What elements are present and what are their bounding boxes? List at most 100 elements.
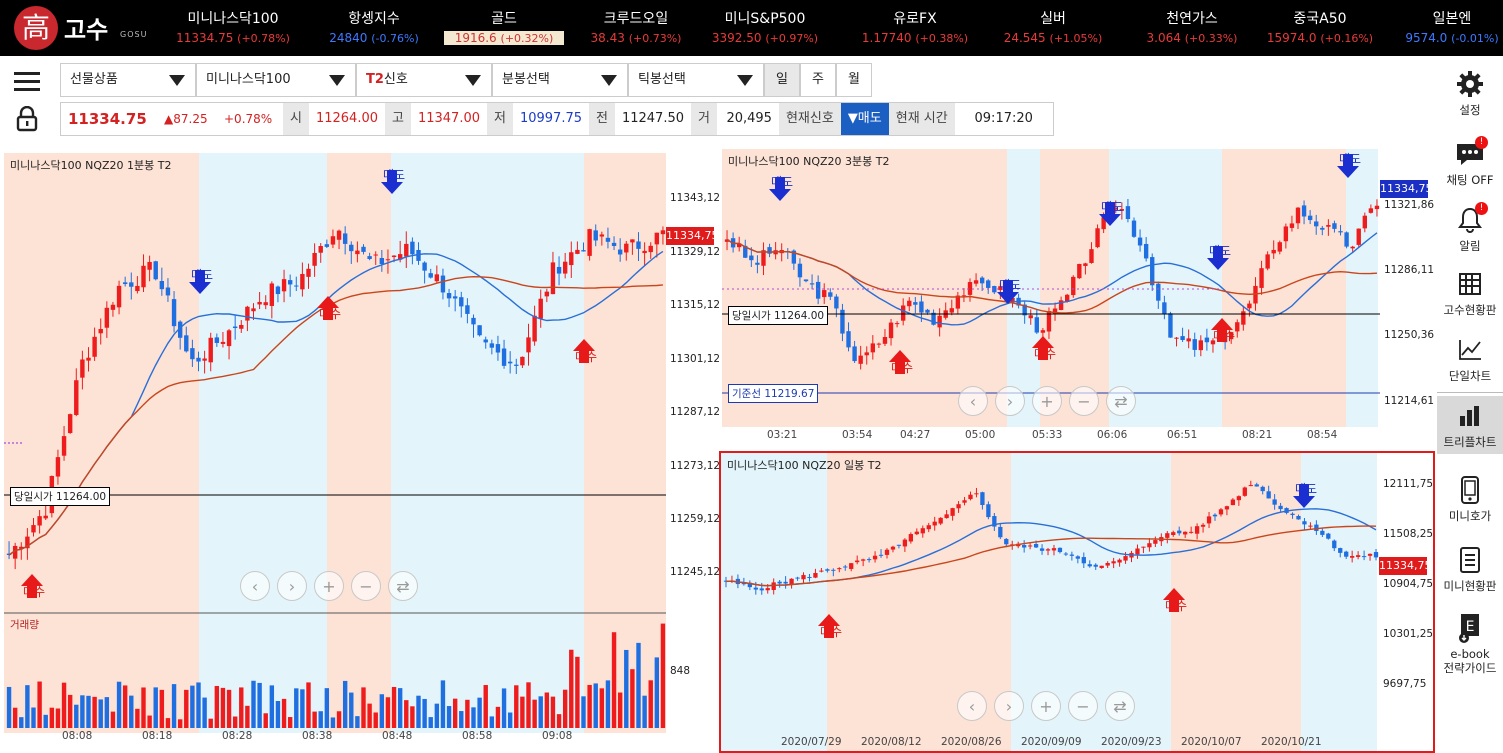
sidebar-item-8[interactable]: Ee-book 전략가이드 xyxy=(1437,608,1503,675)
lock-icon[interactable] xyxy=(0,101,54,137)
candle-body xyxy=(967,282,973,295)
sidebar-item-label: 알림 xyxy=(1459,239,1481,253)
candle-body xyxy=(294,285,299,287)
x-tick-label: 04:27 xyxy=(900,429,931,441)
candle-body xyxy=(275,286,281,295)
y-tick-label: 9697,75 xyxy=(1383,677,1427,690)
sidebar-divider xyxy=(1437,392,1503,393)
sidebar-item-7[interactable]: 미니현황판 xyxy=(1437,540,1503,598)
chart-canvas[interactable] xyxy=(4,153,719,743)
ticker-7[interactable]: 천연가스 3.064 (+0.33%) xyxy=(1132,8,1252,45)
zoom-in-icon[interactable]: + xyxy=(1031,691,1061,721)
ticker-0[interactable]: 미니나스닥100 11334.75 (+0.78%) xyxy=(173,8,293,45)
volume-bar xyxy=(507,712,513,728)
volume-bar xyxy=(391,686,397,728)
gosu-logo[interactable]: 高 고수 GOSU xyxy=(6,4,156,52)
phone-icon xyxy=(1437,474,1503,506)
candle-body xyxy=(932,521,937,526)
volume-bar xyxy=(294,688,299,728)
reset-icon[interactable]: ⇄ xyxy=(1106,386,1136,416)
y-tick-label: 11315,12 xyxy=(670,299,719,312)
volume-bar xyxy=(318,711,323,728)
volume-bar xyxy=(404,700,409,728)
volume-bar xyxy=(6,686,12,728)
volume-bar xyxy=(385,697,391,728)
reset-icon[interactable]: ⇄ xyxy=(388,571,418,601)
candle-body xyxy=(1266,491,1271,499)
candle-body xyxy=(1051,548,1057,551)
volume-bar xyxy=(342,680,348,728)
ticker-change: (+1.05%) xyxy=(1049,32,1103,45)
chevron-right-icon[interactable]: › xyxy=(277,571,307,601)
symbol-select[interactable]: 미니나스닥100 xyxy=(196,63,356,97)
volume-bar xyxy=(12,707,18,728)
zoom-out-icon[interactable]: − xyxy=(1069,386,1099,416)
candle-body xyxy=(884,549,890,555)
period-day-button[interactable]: 일 xyxy=(764,63,800,97)
prev-label: 전 xyxy=(589,103,615,135)
chevron-left-icon[interactable]: ‹ xyxy=(957,691,987,721)
volume-bar xyxy=(642,695,647,728)
ticker-price: 3392.50 xyxy=(711,31,762,45)
zone-band xyxy=(327,153,391,733)
ticker-1[interactable]: 항셍지수 24840 (-0.76%) xyxy=(314,8,434,45)
candle-body xyxy=(196,357,201,362)
period-week-button[interactable]: 주 xyxy=(800,63,836,97)
ticker-5[interactable]: 유로FX 1.17740 (+0.38%) xyxy=(855,8,975,45)
candle-body xyxy=(593,230,598,241)
candle-body xyxy=(1089,249,1094,263)
volume-bar xyxy=(477,697,482,728)
volume-bar xyxy=(428,717,433,728)
zoom-out-icon[interactable]: − xyxy=(1068,691,1098,721)
signal-select[interactable]: T2신호 xyxy=(356,63,492,97)
ticker-3[interactable]: 크루드오일 38.43 (+0.73%) xyxy=(576,8,696,45)
candle-body xyxy=(1034,317,1040,333)
sidebar-item-2[interactable]: ! 알림 xyxy=(1437,200,1503,258)
chevron-left-icon[interactable]: ‹ xyxy=(240,571,270,601)
candle-body xyxy=(1135,548,1140,555)
candle-body xyxy=(556,266,562,274)
sidebar-item-3[interactable]: 고수현황판 xyxy=(1437,264,1503,322)
volume-bar xyxy=(599,688,605,728)
sidebar-item-5[interactable]: 트리플차트 xyxy=(1437,396,1503,454)
chevron-left-icon[interactable]: ‹ xyxy=(958,386,988,416)
ticker-name: 천연가스 xyxy=(1166,11,1218,27)
ticker-4[interactable]: 미니S&P500 3392.50 (+0.97%) xyxy=(705,8,825,45)
candle-body xyxy=(440,275,446,293)
menu-icon[interactable] xyxy=(0,61,54,101)
candle-body xyxy=(1344,551,1349,557)
candle-body xyxy=(312,252,317,266)
chart-3min[interactable]: 11321,86 11286,11 11250,36 11214,61 03:21 03:… xyxy=(722,149,1434,441)
zoom-out-icon[interactable]: − xyxy=(351,571,381,601)
zoom-in-icon[interactable]: + xyxy=(1032,386,1062,416)
sell-signal: 매도 xyxy=(1336,153,1364,178)
ticker-6[interactable]: 실버 24.545 (+1.05%) xyxy=(993,8,1113,45)
chevron-right-icon[interactable]: › xyxy=(994,691,1024,721)
sell-signal: 매도 xyxy=(1098,201,1126,226)
ticker-2[interactable]: 골드 1916.6 (+0.32%) xyxy=(444,8,564,45)
chart-1min[interactable]: 11343,12 11329,12 11315,12 11301,12 11287,12… xyxy=(4,153,719,743)
period-month-button[interactable]: 월 xyxy=(836,63,872,97)
candle-body xyxy=(1186,338,1191,342)
sidebar-item-0[interactable]: 설정 xyxy=(1437,64,1503,122)
volume-bar xyxy=(275,700,281,728)
chart-daily[interactable]: 12111,75 11508,25 10904,75 10301,25 9697,75 2… xyxy=(719,451,1435,753)
tick-select[interactable]: 틱봉선택 xyxy=(628,63,764,97)
product-select[interactable]: 선물상품 xyxy=(60,63,196,97)
sidebar-item-4[interactable]: 단일차트 xyxy=(1437,330,1503,388)
zone-band xyxy=(721,453,827,751)
candle-body xyxy=(1077,263,1082,279)
chevron-right-icon[interactable]: › xyxy=(995,386,1025,416)
ticker-9[interactable]: 일본엔 9574.0 (-0.01%) xyxy=(1392,8,1503,45)
x-tick-label: 06:51 xyxy=(1167,429,1198,441)
zoom-in-icon[interactable]: + xyxy=(314,571,344,601)
reset-icon[interactable]: ⇄ xyxy=(1105,691,1135,721)
candle-body xyxy=(913,302,918,305)
sidebar-item-1[interactable]: ! 채팅 OFF xyxy=(1437,134,1503,192)
minute-select[interactable]: 분봉선택 xyxy=(492,63,628,97)
base-line-label: 기준선 11219.67 xyxy=(728,384,819,403)
volume-bar xyxy=(514,685,519,728)
ticker-8[interactable]: 중국A50 15974.0 (+0.16%) xyxy=(1260,8,1380,45)
sidebar-item-6[interactable]: 미니호가 xyxy=(1437,470,1503,528)
candle-body xyxy=(379,258,385,264)
